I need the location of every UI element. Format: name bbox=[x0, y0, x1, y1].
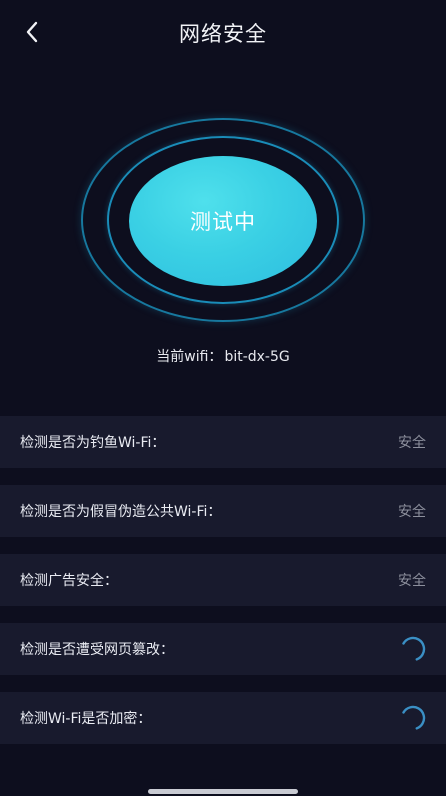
top-bar: 网络安全 bbox=[0, 0, 446, 64]
page-title: 网络安全 bbox=[179, 22, 267, 46]
check-row-phishing[interactable]: 检测是否为钓鱼Wi-Fi： 安全 bbox=[0, 416, 446, 468]
check-row-wifi-encryption[interactable]: 检测Wi-Fi是否加密： bbox=[0, 692, 446, 744]
check-label: 检测是否遭受网页篡改： bbox=[20, 642, 174, 658]
test-status-button[interactable]: 测试中 bbox=[129, 156, 317, 286]
test-status-label: 测试中 bbox=[190, 210, 256, 234]
scan-indicator: 测试中 bbox=[81, 118, 365, 322]
check-row-fake-public-wifi[interactable]: 检测是否为假冒伪造公共Wi-Fi： 安全 bbox=[0, 485, 446, 537]
check-result: 安全 bbox=[398, 504, 426, 520]
check-result: 安全 bbox=[398, 435, 426, 451]
loading-spinner-icon bbox=[400, 636, 426, 662]
loading-spinner-icon bbox=[400, 705, 426, 731]
current-wifi-info: 当前wifi： bit-dx-5G bbox=[0, 346, 446, 366]
check-label: 检测是否为钓鱼Wi-Fi： bbox=[20, 435, 166, 451]
check-result: 安全 bbox=[398, 573, 426, 589]
current-wifi-prefix: 当前wifi： bbox=[156, 349, 223, 365]
home-indicator bbox=[148, 789, 298, 794]
check-row-ad-security[interactable]: 检测广告安全： 安全 bbox=[0, 554, 446, 606]
current-wifi-name: bit-dx-5G bbox=[224, 349, 290, 365]
check-label: 检测是否为假冒伪造公共Wi-Fi： bbox=[20, 504, 222, 520]
check-row-page-tamper[interactable]: 检测是否遭受网页篡改： bbox=[0, 623, 446, 675]
check-label: 检测广告安全： bbox=[20, 573, 118, 589]
check-label: 检测Wi-Fi是否加密： bbox=[20, 711, 152, 727]
